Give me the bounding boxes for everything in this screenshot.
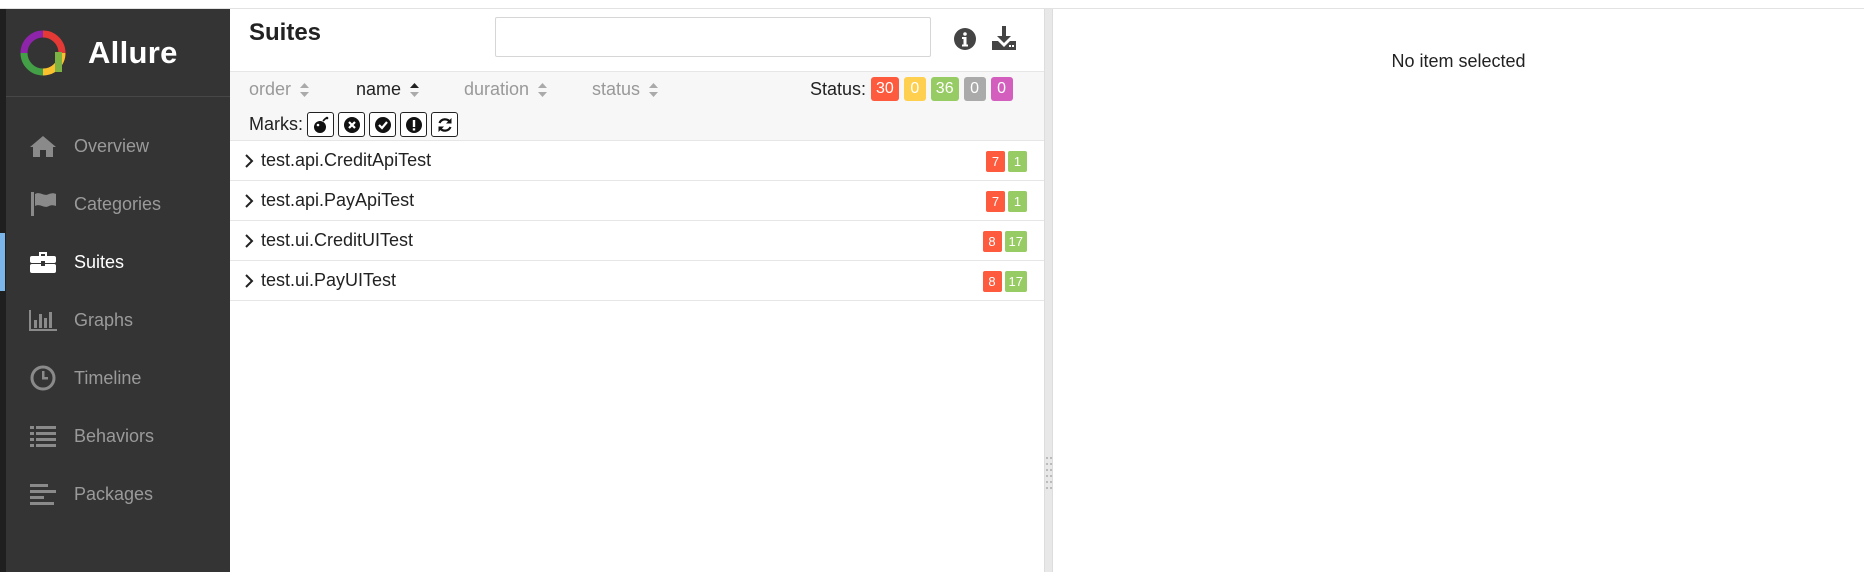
suite-counts: 7 1	[986, 151, 1027, 172]
sidebar-item-label: Timeline	[74, 367, 142, 388]
suite-name: test.api.CreditApiTest	[261, 150, 432, 170]
failed-count: 8	[982, 231, 1002, 252]
passed-count: 1	[1008, 191, 1027, 212]
sidebar-item-suites[interactable]: Suites	[0, 233, 230, 291]
flaky-mark-toggle[interactable]	[307, 112, 334, 137]
check-circle-icon	[374, 116, 391, 133]
tree-row[interactable]: test.api.CreditApiTest 7 1	[230, 141, 1044, 181]
sort-label: status	[592, 79, 641, 99]
sidebar-nav: Overview Categories Suites Graphs Timeli…	[0, 117, 230, 523]
drag-handle-icon	[1046, 457, 1052, 489]
sidebar-item-graphs[interactable]: Graphs	[6, 291, 230, 349]
new-broken-mark-toggle[interactable]	[400, 112, 427, 137]
failed-count: 8	[982, 271, 1002, 292]
suite-name: test.api.PayApiTest	[261, 190, 415, 210]
sort-label: name	[356, 79, 402, 99]
chevron-right-icon	[245, 154, 254, 168]
align-left-icon	[28, 479, 58, 509]
list-icon	[28, 421, 58, 451]
clock-icon	[28, 363, 58, 393]
suite-counts: 7 1	[986, 191, 1027, 212]
tree-row[interactable]: test.ui.PayUITest 8 17	[230, 261, 1044, 301]
tree-row[interactable]: test.ui.CreditUITest 8 17	[230, 221, 1044, 261]
status-failed-toggle[interactable]: 30	[871, 77, 899, 101]
flag-icon	[28, 189, 58, 219]
empty-state-text: No item selected	[1391, 51, 1526, 71]
failed-count: 7	[986, 151, 1005, 172]
suite-name: test.ui.PayUITest	[261, 270, 397, 290]
bomb-icon	[313, 116, 328, 133]
retries-mark-toggle[interactable]	[431, 112, 458, 137]
info-icon[interactable]	[952, 26, 978, 52]
marks-label: Marks:	[249, 114, 303, 134]
new-failed-mark-toggle[interactable]	[338, 112, 365, 137]
status-broken-toggle[interactable]: 0	[903, 77, 926, 101]
sort-label: duration	[464, 79, 530, 99]
status-skipped-toggle[interactable]: 0	[963, 77, 986, 101]
page-title: Suites	[249, 19, 322, 46]
bar-chart-icon	[28, 305, 58, 335]
briefcase-icon	[28, 247, 58, 277]
sort-icon	[300, 82, 310, 97]
sidebar-item-overview[interactable]: Overview	[6, 117, 230, 175]
suites-pane: Suites order name duration status Status…	[230, 9, 1044, 572]
status-filter: 30 0 36 0 0	[871, 77, 1013, 101]
tree-controls: order name duration status Status: 30 0 …	[230, 71, 1044, 141]
home-icon	[28, 131, 58, 161]
chevron-right-icon	[245, 234, 254, 248]
pane-splitter[interactable]	[1044, 9, 1053, 572]
app-name: Allure	[88, 34, 178, 70]
status-unknown-toggle[interactable]: 0	[990, 77, 1013, 101]
status-passed-toggle[interactable]: 36	[930, 77, 959, 101]
sidebar-item-label: Suites	[74, 251, 125, 272]
status-filter-label: Status:	[810, 79, 867, 99]
sort-by-order[interactable]: order	[249, 79, 310, 100]
tree-row[interactable]: test.api.PayApiTest 7 1	[230, 181, 1044, 221]
download-icon[interactable]	[990, 24, 1018, 52]
search-input[interactable]	[495, 17, 931, 57]
sort-label: order	[249, 79, 292, 99]
suite-name: test.ui.CreditUITest	[261, 230, 414, 250]
suite-counts: 8 17	[982, 271, 1027, 292]
sort-by-name[interactable]: name	[356, 79, 420, 100]
sort-icon	[538, 82, 548, 97]
sidebar-item-timeline[interactable]: Timeline	[6, 349, 230, 407]
chevron-right-icon	[245, 194, 254, 208]
detail-pane: No item selected	[1053, 9, 1864, 572]
sidebar-item-label: Packages	[74, 483, 154, 504]
sidebar-item-label: Overview	[74, 135, 150, 156]
top-border	[0, 0, 1864, 9]
sidebar-item-label: Behaviors	[74, 425, 155, 446]
suite-counts: 8 17	[982, 231, 1027, 252]
sidebar-item-label: Categories	[74, 193, 162, 214]
sort-asc-icon	[410, 82, 420, 97]
refresh-icon	[437, 117, 452, 132]
sort-icon	[649, 82, 659, 97]
sort-by-status[interactable]: status	[592, 79, 659, 100]
sidebar-item-categories[interactable]: Categories	[6, 175, 230, 233]
brand[interactable]: Allure	[6, 9, 230, 97]
exclamation-circle-icon	[405, 116, 422, 133]
new-passed-mark-toggle[interactable]	[369, 112, 396, 137]
times-circle-icon	[343, 116, 360, 133]
marks-filter: Marks:	[249, 112, 458, 137]
sidebar-item-behaviors[interactable]: Behaviors	[6, 407, 230, 465]
sidebar: Allure Overview Categories Suites Graphs	[0, 9, 230, 572]
failed-count: 7	[986, 191, 1005, 212]
passed-count: 17	[1004, 271, 1027, 292]
sidebar-item-packages[interactable]: Packages	[6, 465, 230, 523]
allure-logo-icon	[20, 30, 66, 75]
sidebar-item-label: Graphs	[74, 309, 134, 330]
passed-count: 1	[1008, 151, 1027, 172]
sort-by-duration[interactable]: duration	[464, 79, 548, 100]
chevron-right-icon	[245, 274, 254, 288]
passed-count: 17	[1004, 231, 1027, 252]
